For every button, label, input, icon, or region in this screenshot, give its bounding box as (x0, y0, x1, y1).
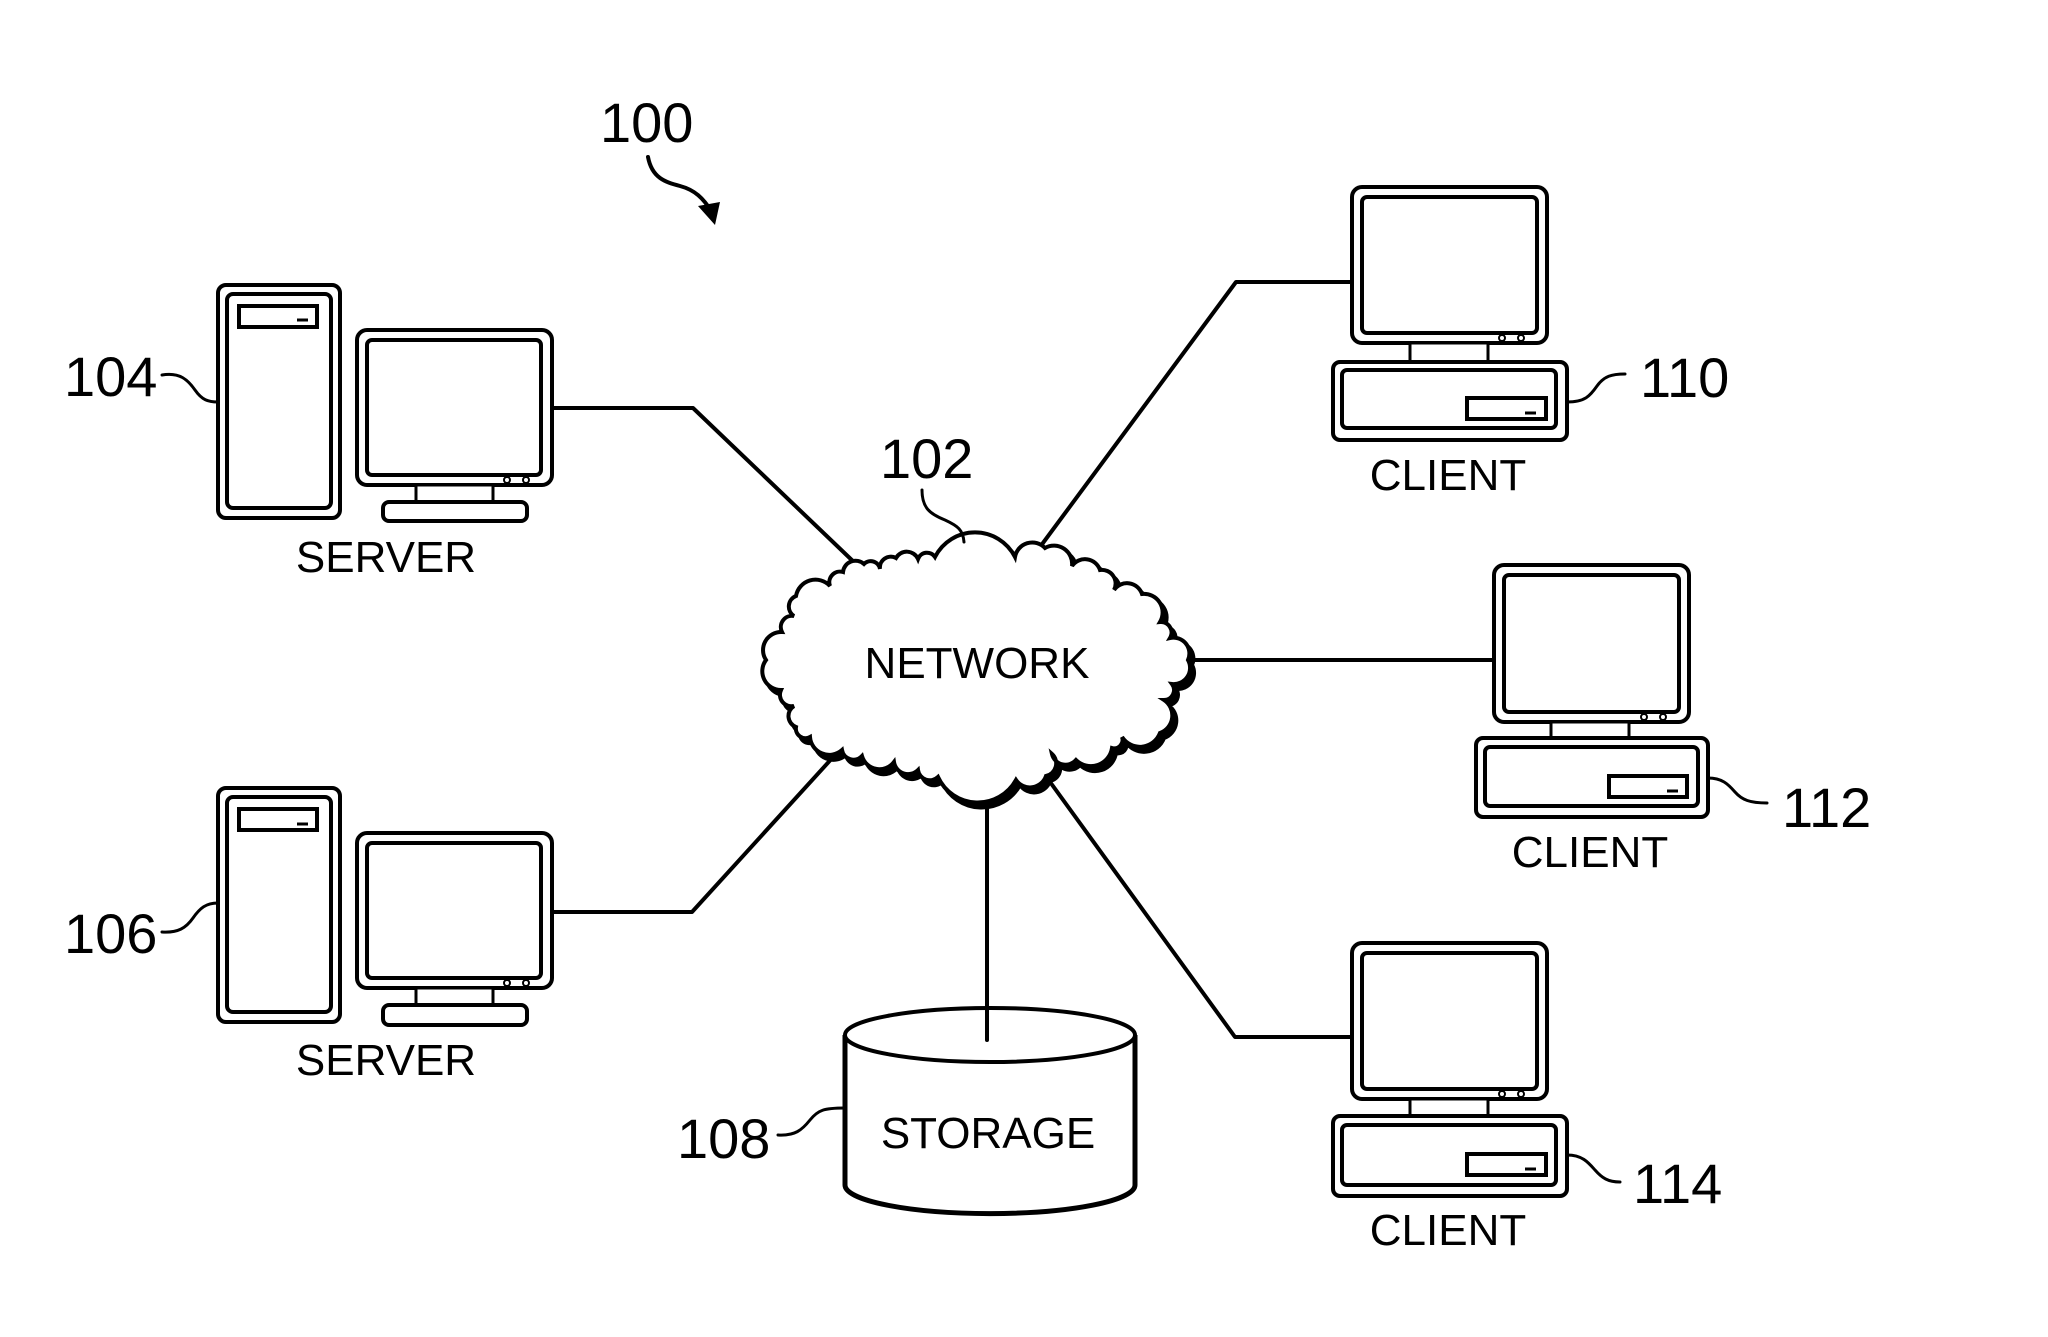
server-ref-label: 104 (64, 345, 157, 408)
client-monitor-neck (1408, 1097, 1490, 1118)
server-monitor-screen (365, 841, 543, 980)
client-112: CLIENT 112 (1474, 563, 1871, 877)
server-leader-line (160, 901, 220, 934)
client-monitor-button (1498, 1090, 1506, 1098)
server-monitor-base (381, 500, 529, 523)
client-monitor-button (1659, 713, 1667, 721)
client-leader-line (1565, 1153, 1622, 1184)
client-monitor-screen (1502, 573, 1681, 714)
network-diagram: 100 NETWORK 102 SERVER 104 SERVER 106 ST… (64, 91, 1871, 1255)
server-monitor-screen (365, 338, 543, 477)
server-label: SERVER (296, 533, 476, 582)
server-104: SERVER 104 (64, 283, 554, 582)
server-106: SERVER 106 (64, 786, 554, 1085)
figure-arrow-curve (646, 155, 714, 214)
server-leader-line (160, 372, 220, 404)
link-client-114 (1043, 773, 1355, 1039)
client-leader-line (1565, 372, 1627, 404)
client-drive-bay (1465, 396, 1548, 421)
link-client-110 (1038, 280, 1355, 549)
client-drive-bay (1607, 774, 1689, 799)
server-drive-bay (237, 304, 319, 329)
storage-cylinder-top (843, 1006, 1137, 1064)
client-monitor-screen (1360, 195, 1539, 335)
server-monitor-neck (414, 483, 495, 504)
client-drive-bay (1465, 1152, 1548, 1177)
figure-reference: 100 (600, 91, 720, 225)
client-monitor-screen (1360, 951, 1539, 1091)
client-label: CLIENT (1370, 1206, 1526, 1255)
server-drive-bay (237, 807, 319, 832)
client-monitor-button (1517, 334, 1525, 342)
client-monitor-button (1640, 713, 1648, 721)
storage-leader-line (776, 1106, 847, 1137)
server-monitor-button (522, 979, 530, 987)
link-server-104 (550, 406, 859, 567)
client-114: CLIENT 114 (1331, 941, 1722, 1255)
client-ref-label: 112 (1782, 776, 1871, 839)
server-monitor-button (503, 979, 511, 987)
client-monitor-button (1517, 1090, 1525, 1098)
network-cloud: NETWORK 102 (760, 427, 1196, 810)
storage-ref-label: 108 (677, 1107, 770, 1170)
client-monitor-neck (1549, 720, 1631, 740)
figure-ref-label: 100 (600, 91, 693, 154)
server-monitor-neck (414, 986, 495, 1007)
client-label: CLIENT (1512, 828, 1668, 877)
server-label: SERVER (296, 1036, 476, 1085)
server-monitor-base (381, 1003, 529, 1027)
client-leader-line (1706, 776, 1769, 805)
client-monitor-button (1498, 334, 1506, 342)
client-monitor-neck (1408, 341, 1490, 364)
network-ref-label: 102 (880, 427, 973, 490)
client-label: CLIENT (1370, 451, 1526, 500)
client-ref-label: 110 (1640, 346, 1729, 409)
client-110: CLIENT 110 (1331, 185, 1729, 500)
server-monitor-button (522, 476, 530, 484)
link-server-106 (548, 753, 837, 914)
arrow-head-icon (698, 202, 720, 225)
network-label: NETWORK (865, 639, 1090, 688)
server-monitor-button (503, 476, 511, 484)
client-ref-label: 114 (1633, 1152, 1722, 1215)
storage-label: STORAGE (881, 1109, 1095, 1158)
storage-108: STORAGE 108 (677, 1003, 1138, 1217)
server-ref-label: 106 (64, 902, 157, 965)
